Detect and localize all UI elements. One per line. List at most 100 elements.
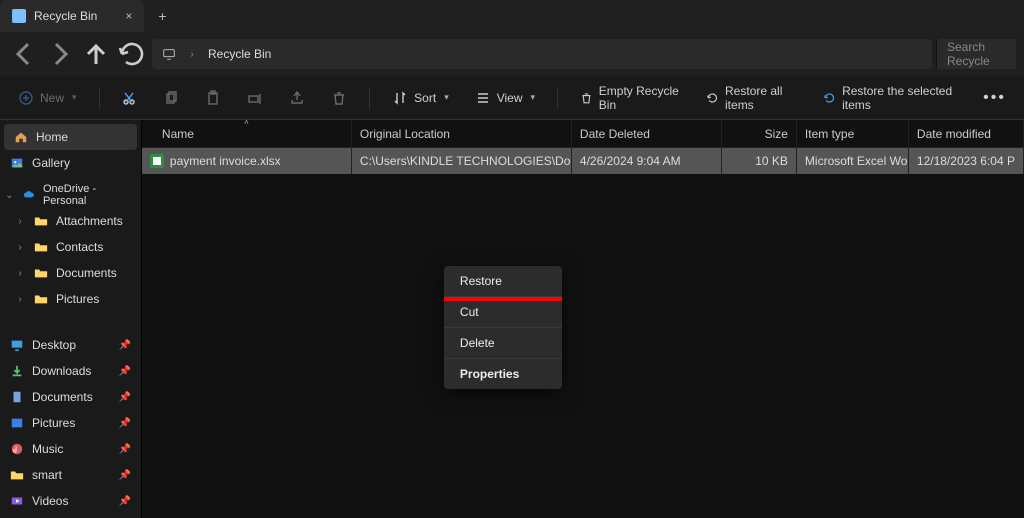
toolbar: New ▾ Sort ▾ View ▾ Empty Recycle Bin Re… [0,76,1024,120]
folder-icon [34,240,48,254]
sort-button[interactable]: Sort ▾ [388,84,453,112]
sidebar-item-music[interactable]: Music 📌 [0,436,141,462]
more-button[interactable]: ••• [979,84,1010,112]
sidebar-item-contacts[interactable]: › Contacts [0,234,141,260]
toolbar-separator [99,87,100,109]
restore-selected-button[interactable]: Restore the selected items [819,84,961,112]
monitor-icon [162,47,176,61]
cut-button[interactable] [117,84,141,112]
xlsx-file-icon [150,154,164,168]
main-pane: Home Gallery ⌄ OneDrive - Personal › Att… [0,120,1024,518]
pin-icon: 📌 [118,444,130,455]
back-button[interactable] [8,40,40,68]
chevron-right-icon[interactable]: › [14,216,26,227]
empty-recycle-bin-button[interactable]: Empty Recycle Bin [576,84,684,112]
file-item-type: Microsoft Excel Work... [805,154,909,168]
column-original-location[interactable]: Original Location [352,120,572,147]
window-tab[interactable]: Recycle Bin × [0,0,144,32]
desktop-icon [10,338,24,352]
sidebar-item-desktop[interactable]: Desktop 📌 [0,332,141,358]
video-icon [10,494,24,508]
context-item-cut[interactable]: Cut [444,297,562,328]
pin-icon: 📌 [118,418,130,429]
address-bar[interactable]: › Recycle Bin [152,39,932,69]
column-size[interactable]: Size [722,120,797,147]
pin-icon: 📌 [118,392,130,403]
chevron-right-icon[interactable]: › [14,294,26,305]
forward-button[interactable] [44,40,76,68]
sidebar-item-pictures-pinned[interactable]: Pictures 📌 [0,410,141,436]
pin-icon: 📌 [118,340,130,351]
pin-icon: 📌 [118,470,130,481]
file-name: payment invoice.xlsx [170,154,281,168]
cloud-icon [23,188,35,202]
toolbar-separator [369,87,370,109]
pin-icon: 📌 [118,496,130,507]
sidebar-item-downloads[interactable]: Downloads 📌 [0,358,141,384]
column-date-modified[interactable]: Date modified [909,120,1024,147]
chevron-down-icon: ▾ [72,92,77,103]
share-button[interactable] [285,84,309,112]
document-icon [10,390,24,404]
context-item-restore[interactable]: Restore [444,266,562,297]
address-path: Recycle Bin [208,47,271,61]
home-icon [14,130,28,144]
context-item-properties[interactable]: Properties [444,359,562,389]
delete-button[interactable] [327,84,351,112]
context-restore-highlight: Restore [444,266,562,301]
music-icon [10,442,24,456]
search-input[interactable]: Search Recycle [936,39,1016,69]
sidebar-item-gallery[interactable]: Gallery [0,150,141,176]
up-button[interactable] [80,40,112,68]
refresh-button[interactable] [116,40,148,68]
pin-icon: 📌 [118,366,130,377]
file-date-deleted: 4/26/2024 9:04 AM [580,154,681,168]
view-button[interactable]: View ▾ [471,84,539,112]
copy-button[interactable] [159,84,183,112]
column-name[interactable]: ˄Name [142,120,352,147]
sidebar-group-onedrive: ⌄ OneDrive - Personal › Attachments › Co… [0,176,141,318]
file-size: 10 KB [755,154,788,168]
gallery-icon [10,156,24,170]
download-icon [10,364,24,378]
file-original-location: C:\Users\KINDLE TECHNOLOGIES\Documents [360,154,572,168]
sidebar-item-home[interactable]: Home [4,124,137,150]
new-button[interactable]: New ▾ [14,84,81,112]
toolbar-separator [557,87,558,109]
paste-button[interactable] [201,84,225,112]
close-tab-button[interactable]: × [125,9,132,23]
restore-all-button[interactable]: Restore all items [702,84,801,112]
sidebar-item-documents-pinned[interactable]: Documents 📌 [0,384,141,410]
chevron-down-icon[interactable]: ⌄ [4,190,15,201]
sidebar: Home Gallery ⌄ OneDrive - Personal › Att… [0,120,142,518]
sidebar-item-attachments[interactable]: › Attachments [0,208,141,234]
sort-caret-icon: ˄ [244,120,249,127]
table-row[interactable]: payment invoice.xlsx C:\Users\KINDLE TEC… [142,148,1024,174]
chevron-right-icon[interactable]: › [14,242,26,253]
rename-button[interactable] [243,84,267,112]
context-menu: Restore Cut Delete Properties [444,266,562,389]
nav-bar: › Recycle Bin Search Recycle [0,32,1024,76]
chevron-down-icon: ▾ [531,92,536,103]
column-item-type[interactable]: Item type [797,120,909,147]
tab-title: Recycle Bin [34,9,97,23]
search-placeholder: Search Recycle [947,40,1006,68]
sidebar-item-onedrive[interactable]: ⌄ OneDrive - Personal [0,182,141,208]
column-date-deleted[interactable]: Date Deleted [572,120,722,147]
sidebar-item-documents[interactable]: › Documents [0,260,141,286]
file-date-modified: 12/18/2023 6:04 P [917,154,1015,168]
folder-icon [34,214,48,228]
pictures-icon [10,416,24,430]
folder-icon [10,468,24,482]
context-item-delete[interactable]: Delete [444,328,562,359]
title-bar: Recycle Bin × + [0,0,1024,32]
new-tab-button[interactable]: + [144,8,180,24]
sidebar-item-pictures[interactable]: › Pictures [0,286,141,312]
file-list: ˄Name Original Location Date Deleted Siz… [142,120,1024,518]
folder-icon [34,266,48,280]
chevron-right-icon[interactable]: › [14,268,26,279]
sidebar-item-videos[interactable]: Videos 📌 [0,488,141,514]
chevron-down-icon: ▾ [444,92,449,103]
sidebar-item-smart[interactable]: smart 📌 [0,462,141,488]
column-headers[interactable]: ˄Name Original Location Date Deleted Siz… [142,120,1024,148]
